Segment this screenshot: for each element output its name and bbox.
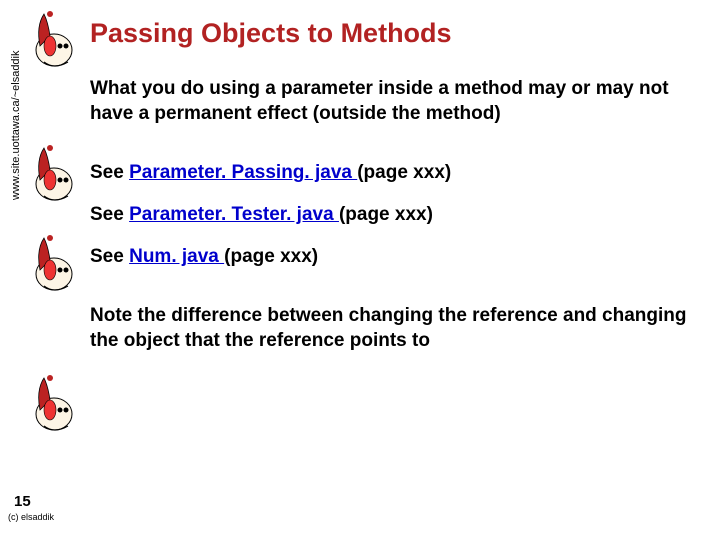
see-prefix: See xyxy=(90,246,129,267)
see-suffix: (page xxx) xyxy=(339,204,433,225)
see-prefix: See xyxy=(90,162,129,183)
mascot-icon xyxy=(30,370,78,432)
sidebar-url: www.site.uottawa.ca/~elsaddik xyxy=(10,51,22,201)
see-line: See Parameter. Tester. java (page xxx) xyxy=(90,204,690,226)
see-line: See Parameter. Passing. java (page xxx) xyxy=(90,162,690,184)
note-paragraph: Note the difference between changing the… xyxy=(90,304,690,353)
slide-content: Passing Objects to Methods What you do u… xyxy=(90,0,710,540)
see-suffix: (page xxx) xyxy=(224,246,318,267)
slide-number: 15 xyxy=(14,493,31,510)
see-link[interactable]: Parameter. Passing. java xyxy=(129,162,357,183)
mascot-icon xyxy=(30,140,78,202)
see-suffix: (page xxx) xyxy=(357,162,451,183)
see-prefix: See xyxy=(90,204,129,225)
intro-paragraph: What you do using a parameter inside a m… xyxy=(90,77,690,126)
slide-title: Passing Objects to Methods xyxy=(90,18,690,49)
see-line: See Num. java (page xxx) xyxy=(90,246,690,268)
sidebar: www.site.uottawa.ca/~elsaddik xyxy=(0,0,80,540)
mascot-icon xyxy=(30,230,78,292)
see-link[interactable]: Num. java xyxy=(129,246,224,267)
see-link[interactable]: Parameter. Tester. java xyxy=(129,204,339,225)
mascot-icon xyxy=(30,6,78,68)
copyright: (c) elsaddik xyxy=(8,512,54,522)
